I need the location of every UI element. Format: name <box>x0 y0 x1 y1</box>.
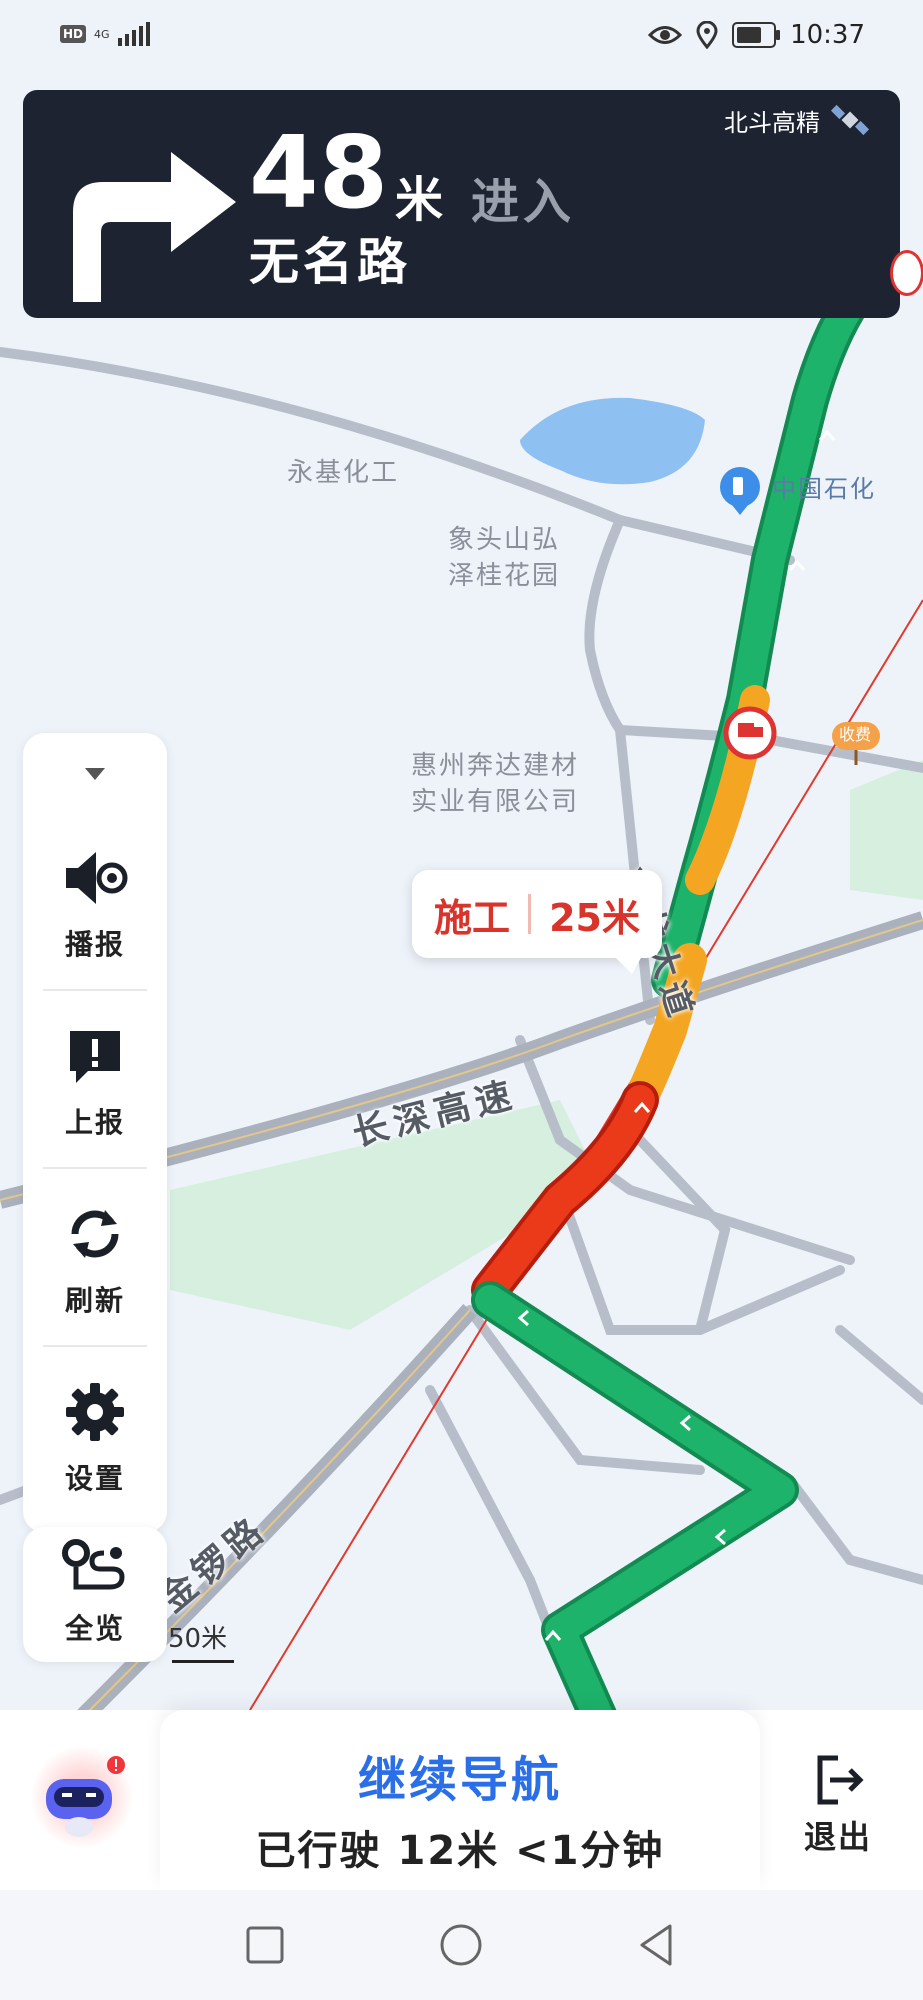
report-button[interactable]: 上报 <box>23 1011 167 1171</box>
status-right: 10:37 <box>648 20 865 50</box>
clock: 10:37 <box>790 20 865 50</box>
exit-navigation-button[interactable]: 退出 <box>793 1752 883 1858</box>
positioning-mode: 北斗高精 <box>724 102 870 138</box>
continue-navigation-button[interactable]: 继续导航 已行驶 12米 <1分钟 <box>160 1710 760 1890</box>
settings-label: 设置 <box>64 1462 125 1495</box>
network-label: 4G <box>94 27 110 41</box>
map-scale-bar <box>172 1660 234 1663</box>
positioning-label: 北斗高精 <box>724 108 820 137</box>
hd-badge: HD <box>60 25 87 43</box>
status-left: HD 4G <box>60 22 150 46</box>
voice-assistant-button[interactable] <box>30 1745 134 1849</box>
system-navigation-bar <box>0 1890 923 2000</box>
status-bar: HD 4G 10:37 <box>0 0 923 80</box>
broadcast-label: 播报 <box>64 928 125 961</box>
overview-button[interactable]: 全览 <box>23 1527 167 1662</box>
speaker-icon <box>66 852 128 904</box>
recent-apps-icon[interactable] <box>240 1920 290 1970</box>
back-icon[interactable] <box>632 1920 682 1970</box>
map-scale-label: 50米 <box>168 1624 228 1654</box>
continue-navigation-label: 继续导航 <box>357 1752 562 1808</box>
turn-distance: 48 <box>249 114 389 231</box>
settings-icon <box>66 1383 124 1441</box>
turn-action: 进入 <box>471 174 576 230</box>
broadcast-button[interactable]: 播报 <box>23 833 167 993</box>
home-icon[interactable] <box>436 1920 486 1970</box>
chevron-down-icon <box>85 768 105 780</box>
toolbar-divider <box>43 1345 147 1347</box>
poi-label-sinopec[interactable]: 中国石化 <box>772 471 876 507</box>
poi-label-guihua-garden[interactable]: 象头山弘 泽桂花园 <box>448 522 560 594</box>
settings-button[interactable]: 设置 <box>23 1367 167 1527</box>
incident-type: 施工 <box>434 895 511 940</box>
route-overview-icon <box>62 1539 125 1590</box>
refresh-label: 刷新 <box>64 1284 125 1317</box>
traffic-light-icon <box>890 250 923 296</box>
distance-unit: 米 <box>395 172 444 228</box>
location-icon <box>696 21 718 49</box>
satellite-icon <box>830 104 870 136</box>
poi-label-benda[interactable]: 惠州奔达建材 实业有限公司 <box>411 748 579 820</box>
poi-label-yongji[interactable]: 永基化工 <box>287 455 399 491</box>
exit-label: 退出 <box>803 1818 872 1856</box>
guidance-panel[interactable]: 48 米 进入 无名路 北斗高精 <box>23 90 900 318</box>
toll-label: 收费 <box>839 725 872 744</box>
report-icon <box>70 1031 120 1083</box>
toolbar-divider <box>43 1167 147 1169</box>
refresh-icon <box>71 1210 119 1258</box>
bottom-panel: 继续导航 已行驶 12米 <1分钟 <box>0 1710 923 1890</box>
battery-icon <box>732 22 781 48</box>
side-toolbar: 播报 上报 刷新 设置 <box>23 733 167 1533</box>
overview-label: 全览 <box>64 1612 125 1645</box>
turn-right-icon <box>73 152 236 302</box>
navigation-screen: 永基化工 象头山弘 泽桂花园 惠州奔达建材 实业有限公司 中国石化 收费 金龙大… <box>0 0 923 2000</box>
next-road-name: 无名路 <box>249 233 411 291</box>
exit-icon <box>817 1755 864 1805</box>
report-label: 上报 <box>64 1106 125 1139</box>
collapse-toolbar-button[interactable] <box>23 763 167 799</box>
toolbar-divider <box>43 989 147 991</box>
incident-bubble[interactable]: 施工 25米 <box>412 870 662 974</box>
refresh-button[interactable]: 刷新 <box>23 1189 167 1349</box>
eye-icon <box>648 26 683 44</box>
assistant-robot-icon <box>46 1756 125 1837</box>
trip-progress: 已行驶 12米 <1分钟 <box>255 1828 665 1874</box>
incident-separator <box>528 894 532 934</box>
signal-icon <box>117 22 150 46</box>
incident-distance: 25米 <box>549 895 640 940</box>
